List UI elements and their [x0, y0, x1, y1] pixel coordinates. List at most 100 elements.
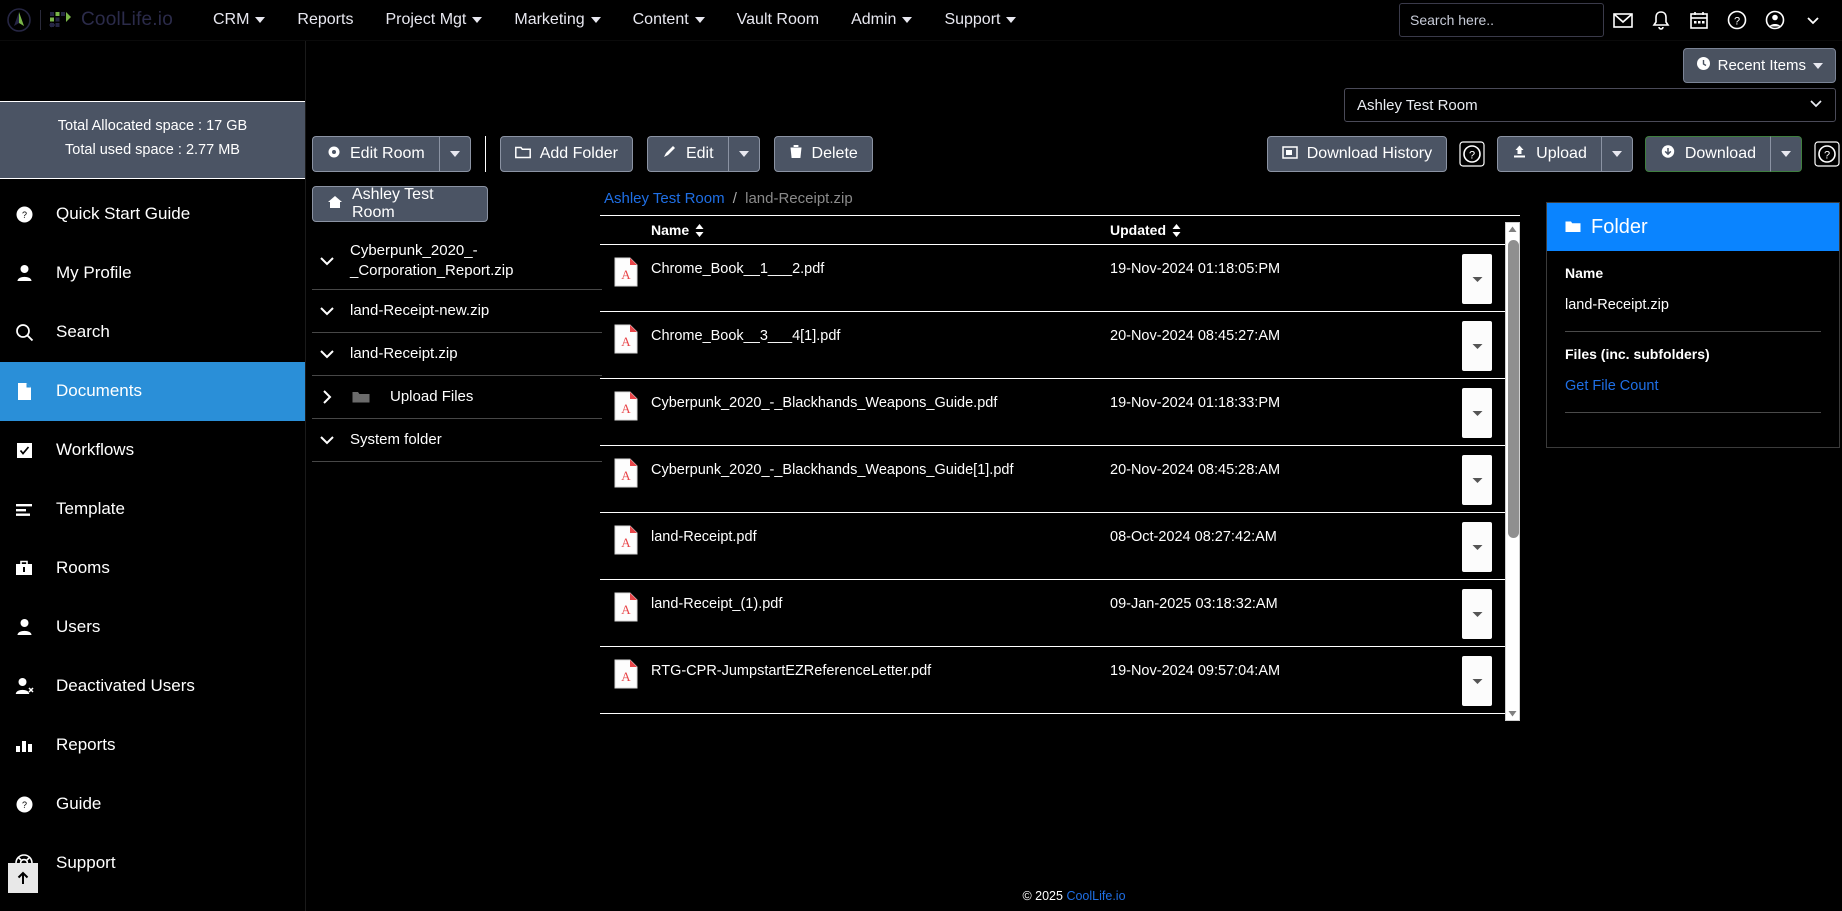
row-menu-button[interactable]	[1462, 388, 1492, 438]
nav-item-reports[interactable]: Reports	[281, 5, 369, 35]
upload-dropdown-toggle[interactable]	[1600, 136, 1633, 172]
sidebar-item-search[interactable]: Search	[0, 303, 305, 362]
tree-node-cyberpunk-report[interactable]: Cyberpunk_2020_-_Corporation_Report.zip	[312, 232, 602, 290]
download-history-help-icon[interactable]: ?	[1459, 141, 1485, 167]
column-header-name[interactable]: Name	[600, 222, 1110, 238]
edit-button[interactable]: Edit	[646, 136, 728, 172]
sidebar-item-label: Quick Start Guide	[56, 204, 191, 224]
table-row[interactable]: A RTG-CPR-JumpstartEZReferenceLetter.pdf…	[600, 647, 1520, 714]
calendar-icon[interactable]	[1680, 1, 1718, 39]
tree-node-system-folder[interactable]: System folder	[312, 419, 602, 462]
sidebar-item-template[interactable]: Template	[0, 480, 305, 539]
account-chevron-down-icon[interactable]	[1794, 1, 1832, 39]
caret-down-icon	[1472, 410, 1482, 416]
row-menu-button[interactable]	[1462, 455, 1492, 505]
sidebar-item-label: Deactivated Users	[56, 676, 195, 696]
file-list-scrollbar[interactable]	[1505, 222, 1520, 721]
download-label: Download	[1684, 145, 1756, 162]
tree-node-label: Cyberpunk_2020_-_Corporation_Report.zip	[350, 242, 514, 279]
tree-node-land-receipt[interactable]: land-Receipt.zip	[312, 333, 602, 376]
nav-item-vault-room[interactable]: Vault Room	[721, 5, 835, 35]
add-folder-button[interactable]: Add Folder	[499, 136, 633, 172]
sidebar-item-label: Workflows	[56, 440, 135, 460]
sidebar-item-reports[interactable]: Reports	[0, 716, 305, 775]
row-menu-button[interactable]	[1462, 321, 1492, 371]
download-button[interactable]: Download	[1644, 136, 1770, 172]
scroll-down-arrow[interactable]	[1506, 707, 1519, 720]
sidebar-item-quick-start-guide[interactable]: ? Quick Start Guide	[0, 185, 305, 244]
row-menu-button[interactable]	[1462, 522, 1492, 572]
room-select-dropdown[interactable]: Ashley Test Room	[1344, 88, 1836, 122]
get-file-count-link[interactable]: Get File Count	[1565, 378, 1821, 394]
chevron-down-icon	[590, 17, 601, 23]
footer-brand-link[interactable]: CoolLife.io	[1066, 889, 1125, 903]
column-header-updated[interactable]: Updated	[1110, 222, 1181, 238]
sidebar-item-workflows[interactable]: Workflows	[0, 421, 305, 480]
edit-room-dropdown-toggle[interactable]	[438, 136, 471, 172]
svg-text:?: ?	[1824, 150, 1830, 162]
brand-logo[interactable]: CoolLife.io	[0, 7, 173, 33]
nav-item-support[interactable]: Support	[928, 5, 1032, 35]
scroll-up-arrow[interactable]	[1506, 223, 1519, 236]
tree-root-room[interactable]: Ashley Test Room	[312, 186, 488, 222]
nav-item-crm[interactable]: CRM	[197, 5, 281, 35]
edit-room-button[interactable]: Edit Room	[312, 136, 439, 172]
recent-items-button[interactable]: Recent Items	[1682, 48, 1836, 83]
upload-button[interactable]: Upload	[1497, 136, 1601, 172]
breadcrumb-root-link[interactable]: Ashley Test Room	[604, 190, 725, 207]
chevron-right-icon[interactable]	[316, 389, 338, 405]
search-input[interactable]	[1399, 3, 1604, 37]
details-files-label: Files (inc. subfolders)	[1565, 346, 1710, 362]
upload-label: Upload	[1536, 145, 1587, 162]
row-menu-button[interactable]	[1462, 656, 1492, 706]
details-name-value: land-Receipt.zip	[1565, 297, 1669, 313]
scrollbar-thumb[interactable]	[1508, 240, 1519, 538]
pdf-icon: A	[600, 379, 651, 421]
tree-node-land-receipt-new[interactable]: land-Receipt-new.zip	[312, 290, 602, 333]
bell-icon[interactable]	[1642, 1, 1680, 39]
table-row[interactable]: A Chrome_Book__3___4[1].pdf 20-Nov-2024 …	[600, 312, 1520, 379]
scroll-to-top-button[interactable]	[8, 863, 38, 893]
sidebar-menu: ? Quick Start Guide My Profile Search Do…	[0, 179, 305, 893]
chevron-down-icon[interactable]	[316, 306, 338, 316]
nav-item-admin[interactable]: Admin	[835, 5, 928, 35]
download-help-icon[interactable]: ?	[1814, 141, 1840, 167]
sidebar-item-support[interactable]: Support	[0, 834, 305, 893]
sidebar-item-label: Search	[56, 322, 110, 342]
sidebar-item-guide[interactable]: ? Guide	[0, 775, 305, 834]
mail-icon[interactable]	[1604, 1, 1642, 39]
chevron-down-icon[interactable]	[316, 256, 338, 266]
svg-text:A: A	[621, 267, 631, 282]
details-name-label: Name	[1565, 265, 1604, 281]
download-history-button[interactable]: Download History	[1266, 136, 1448, 172]
chevron-down-icon[interactable]	[316, 435, 338, 445]
user-account-icon[interactable]	[1756, 1, 1794, 39]
sidebar-item-users[interactable]: Users	[0, 598, 305, 657]
table-row[interactable]: A Chrome_Book__1___2.pdf 19-Nov-2024 01:…	[600, 245, 1520, 312]
sidebar-item-deactivated-users[interactable]: Deactivated Users	[0, 657, 305, 716]
table-row[interactable]: A land-Receipt.pdf 08-Oct-2024 08:27:42:…	[600, 513, 1520, 580]
row-menu-button[interactable]	[1462, 254, 1492, 304]
delete-button[interactable]: Delete	[773, 136, 873, 172]
table-row[interactable]: A Cyberpunk_2020_-_Blackhands_Weapons_Gu…	[600, 446, 1520, 513]
edit-dropdown-toggle[interactable]	[727, 136, 760, 172]
table-row[interactable]: A Cyberpunk_2020_-_Blackhands_Weapons_Gu…	[600, 379, 1520, 446]
question-circle-icon: ?	[12, 796, 36, 813]
tree-node-upload-files[interactable]: Upload Files	[312, 376, 602, 419]
chevron-down-icon[interactable]	[316, 349, 338, 359]
chevron-down-icon	[1809, 96, 1823, 114]
nav-item-content[interactable]: Content	[617, 5, 721, 35]
help-circle-icon[interactable]: ?	[1718, 1, 1756, 39]
edit-room-label: Edit Room	[350, 145, 425, 162]
details-panel-body: Name land-Receipt.zip Files (inc. subfol…	[1547, 251, 1839, 447]
sidebar-item-my-profile[interactable]: My Profile	[0, 244, 305, 303]
sort-icon	[1172, 223, 1181, 237]
nav-item-project-mgt[interactable]: Project Mgt	[369, 5, 498, 35]
sidebar-item-documents[interactable]: Documents	[0, 361, 305, 421]
table-row[interactable]: A land-Receipt_(1).pdf 09-Jan-2025 03:18…	[600, 580, 1520, 647]
chevron-down-icon	[1813, 62, 1823, 69]
sidebar-item-rooms[interactable]: Rooms	[0, 539, 305, 598]
download-dropdown-toggle[interactable]	[1770, 136, 1802, 172]
row-menu-button[interactable]	[1462, 589, 1492, 639]
nav-item-marketing[interactable]: Marketing	[498, 5, 616, 35]
